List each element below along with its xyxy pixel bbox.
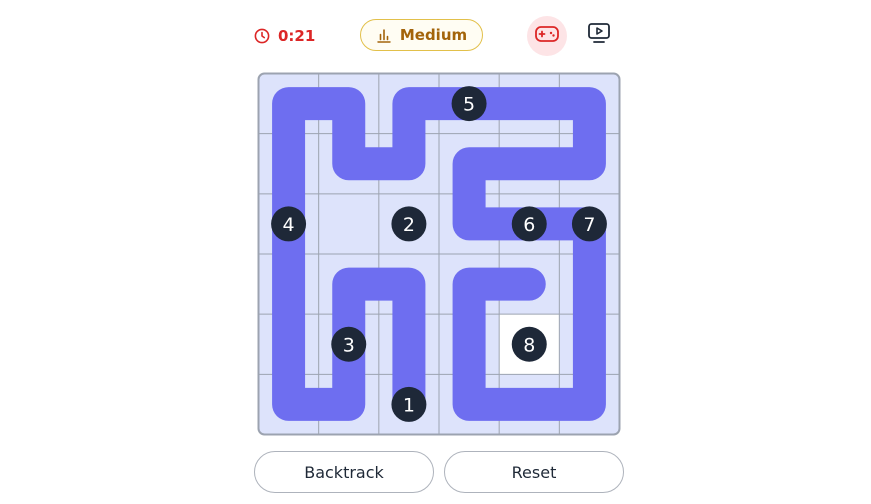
game-mode-button[interactable] <box>527 16 567 56</box>
number-marker-5[interactable]: 5 <box>451 86 487 122</box>
backtrack-button[interactable]: Backtrack <box>254 451 434 493</box>
difficulty-badge: Medium <box>360 19 483 51</box>
number-marker-7[interactable]: 7 <box>571 206 607 242</box>
number-marker-4[interactable]: 4 <box>271 206 307 242</box>
timer: 0:21 <box>254 24 315 48</box>
clock-icon <box>254 28 270 44</box>
number-marker-label: 2 <box>403 214 415 236</box>
reset-label: Reset <box>511 462 557 482</box>
number-marker-1[interactable]: 1 <box>391 386 427 422</box>
number-marker-label: 5 <box>463 94 475 116</box>
number-marker-2[interactable]: 2 <box>391 206 427 242</box>
number-marker-label: 8 <box>523 334 535 356</box>
backtrack-label: Backtrack <box>304 462 384 482</box>
board-cell[interactable] <box>319 194 379 254</box>
number-marker-label: 3 <box>343 334 355 356</box>
reset-button[interactable]: Reset <box>444 451 624 493</box>
bar-chart-icon <box>376 27 392 43</box>
difficulty-label: Medium <box>399 26 468 44</box>
number-marker-6[interactable]: 6 <box>511 206 547 242</box>
zip-puzzle-game: 0:21 Medium 1 2 3 4 5 6 7 8 Backtrack Re… <box>0 0 871 504</box>
number-marker-label: 1 <box>403 394 415 416</box>
number-marker-label: 7 <box>583 214 595 236</box>
gamepad-icon <box>535 25 559 47</box>
number-marker-3[interactable]: 3 <box>331 326 367 362</box>
timer-value: 0:21 <box>278 27 316 45</box>
puzzle-board[interactable]: 1 2 3 4 5 6 7 8 <box>257 72 621 436</box>
number-marker-label: 4 <box>283 214 295 236</box>
video-button[interactable] <box>582 18 616 52</box>
tv-play-icon <box>587 22 611 48</box>
number-marker-8[interactable]: 8 <box>511 326 547 362</box>
number-marker-label: 6 <box>523 214 535 236</box>
